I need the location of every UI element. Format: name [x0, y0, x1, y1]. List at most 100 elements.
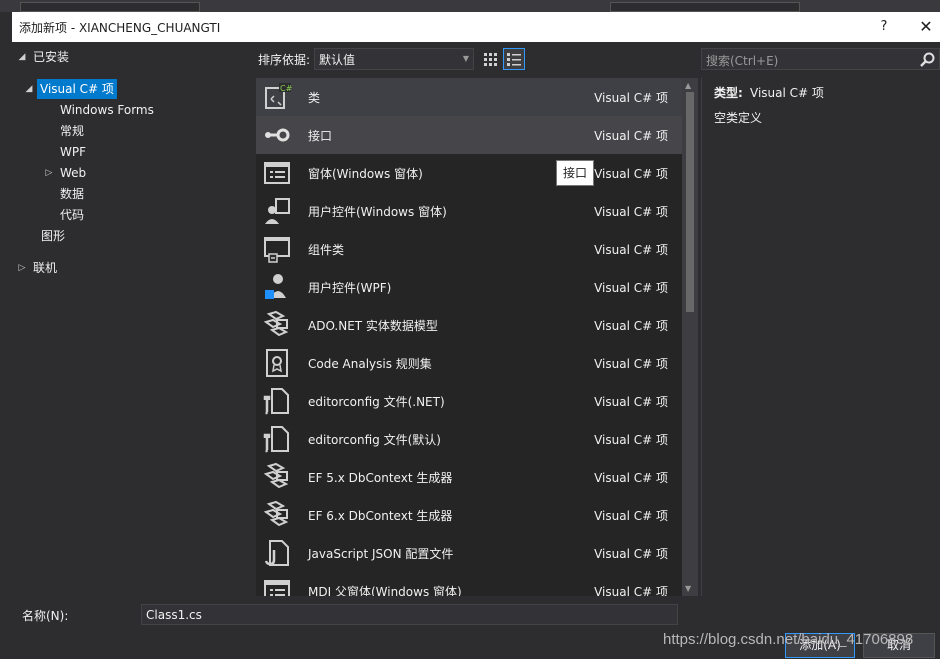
ruleset-icon	[262, 348, 292, 378]
list-item[interactable]: editorconfig 文件(默认) Visual C# 项	[256, 420, 682, 458]
form-icon	[262, 576, 292, 596]
background-tab	[610, 2, 800, 12]
add-new-item-dialog: ◢ 已安装 ◢ Visual C# 项 Windows Forms 常规 WPF…	[12, 42, 940, 659]
sort-by-dropdown[interactable]: 默认值 ▼	[314, 48, 474, 70]
tree-label: 常规	[60, 124, 85, 138]
list-view-icon	[507, 53, 521, 66]
expanded-triangle-icon[interactable]: ◢	[24, 79, 34, 99]
item-name: 用户控件(Windows 窗体)	[308, 205, 447, 219]
item-name: EF 6.x DbContext 生成器	[308, 509, 453, 523]
tree-label: Windows Forms	[60, 103, 154, 117]
tree-label: 联机	[33, 261, 58, 275]
list-item[interactable]: Code Analysis 规则集 Visual C# 项	[256, 344, 682, 382]
item-name: 组件类	[308, 243, 345, 257]
item-category: Visual C# 项	[594, 471, 668, 485]
item-name: 用户控件(WPF)	[308, 281, 392, 295]
item-category: Visual C# 项	[594, 243, 668, 257]
list-item[interactable]: 窗体(Windows 窗体) Visual C# 项	[256, 154, 682, 192]
interface-icon	[262, 120, 292, 150]
editorconfig-icon	[262, 424, 292, 454]
tree-label: 已安装	[33, 50, 70, 64]
json-config-icon	[262, 538, 292, 568]
list-item[interactable]: 用户控件(WPF) Visual C# 项	[256, 268, 682, 306]
tree-node-visual-csharp[interactable]: ◢ Visual C# 项	[12, 79, 242, 99]
item-category: Visual C# 项	[594, 585, 668, 596]
list-item[interactable]: EF 5.x DbContext 生成器 Visual C# 项	[256, 458, 682, 496]
svg-text:C#: C#	[280, 84, 292, 93]
scroll-down-icon[interactable]: ▼	[685, 584, 691, 593]
list-item[interactable]: EF 6.x DbContext 生成器 Visual C# 项	[256, 496, 682, 534]
item-category: Visual C# 项	[594, 433, 668, 447]
list-item[interactable]: 组件类 Visual C# 项	[256, 230, 682, 268]
template-list[interactable]: C# 类 Visual C# 项接口 Visual C# 项窗体(Windows 窗体…	[256, 78, 682, 596]
grid-view-icon	[484, 53, 497, 66]
bottom-bar: 名称(N): 添加(A) 取消 https://blog.csdn.net/ba…	[12, 600, 940, 659]
item-category: Visual C# 项	[594, 91, 668, 105]
entity-model-icon	[262, 500, 292, 530]
search-placeholder: 搜索(Ctrl+E)	[706, 54, 779, 68]
type-key: 类型:	[714, 86, 743, 100]
sort-by-value: 默认值	[319, 53, 356, 67]
item-name: JavaScript JSON 配置文件	[308, 547, 454, 561]
form-icon	[262, 158, 292, 188]
list-item[interactable]: C# 类 Visual C# 项	[256, 78, 682, 116]
tree-label: Web	[60, 166, 87, 180]
background-tab	[20, 2, 200, 12]
collapsed-triangle-icon[interactable]: ▷	[17, 258, 27, 278]
window-title: 添加新项 - XIANCHENG_CHUANGTI	[19, 21, 221, 35]
item-name: ADO.NET 实体数据模型	[308, 319, 438, 333]
item-category: Visual C# 项	[594, 205, 668, 219]
list-item[interactable]: ADO.NET 实体数据模型 Visual C# 项	[256, 306, 682, 344]
expanded-triangle-icon[interactable]: ◢	[17, 47, 27, 67]
list-scrollbar[interactable]: ▲ ▼	[682, 78, 698, 596]
entity-model-icon	[262, 310, 292, 340]
tree-label: 图形	[41, 229, 66, 243]
grid-view-button[interactable]	[479, 48, 501, 70]
item-name: MDI 父窗体(Windows 窗体)	[308, 585, 462, 596]
type-value: Visual C# 项	[750, 86, 824, 100]
collapsed-triangle-icon[interactable]: ▷	[44, 163, 54, 183]
item-category: Visual C# 项	[594, 319, 668, 333]
list-item[interactable]: 用户控件(Windows 窗体) Visual C# 项	[256, 192, 682, 230]
sort-by-label: 排序依据:	[258, 53, 311, 67]
entity-model-icon	[262, 462, 292, 492]
description: 空类定义	[714, 111, 763, 125]
tree-node-online[interactable]: ▷ 联机	[12, 258, 112, 278]
item-category: Visual C# 项	[594, 509, 668, 523]
help-button[interactable]: ?	[874, 17, 894, 37]
item-category: Visual C# 项	[594, 357, 668, 371]
list-item[interactable]: 接口 Visual C# 项	[256, 116, 682, 154]
item-category: Visual C# 项	[594, 129, 668, 143]
tree-node-installed[interactable]: ◢ 已安装	[12, 47, 242, 67]
scroll-up-icon[interactable]: ▲	[685, 81, 691, 90]
item-name: 类	[308, 91, 321, 105]
name-field[interactable]	[141, 604, 678, 625]
list-view-button[interactable]	[503, 48, 525, 70]
list-item[interactable]: JavaScript JSON 配置文件 Visual C# 项	[256, 534, 682, 572]
title-bar: 添加新项 - XIANCHENG_CHUANGTI ? ✕	[12, 12, 940, 42]
tree-label: 数据	[60, 187, 85, 201]
details-panel: 类型: Visual C# 项 空类定义	[701, 78, 940, 596]
background-window-strip	[0, 0, 940, 12]
tree-node-web[interactable]: ▷ Web	[42, 163, 122, 183]
item-name: EF 5.x DbContext 生成器	[308, 471, 453, 485]
name-label: 名称(N):	[22, 609, 69, 623]
list-item[interactable]: editorconfig 文件(.NET) Visual C# 项	[256, 382, 682, 420]
list-item[interactable]: MDI 父窗体(Windows 窗体) Visual C# 项	[256, 572, 682, 596]
editorconfig-icon	[262, 386, 292, 416]
tooltip: 接口	[556, 160, 594, 186]
item-name: editorconfig 文件(.NET)	[308, 395, 445, 409]
item-name: 窗体(Windows 窗体)	[308, 167, 423, 181]
item-category: Visual C# 项	[594, 395, 668, 409]
search-input[interactable]: 搜索(Ctrl+E)	[701, 48, 940, 70]
item-category: Visual C# 项	[594, 281, 668, 295]
scrollbar-thumb[interactable]	[686, 92, 694, 312]
search-icon[interactable]	[919, 51, 937, 69]
tree-label: Visual C# 项	[37, 79, 117, 99]
tree-label: WPF	[60, 145, 87, 159]
item-name: editorconfig 文件(默认)	[308, 433, 441, 447]
item-category: Visual C# 项	[594, 167, 668, 181]
close-button[interactable]: ✕	[915, 16, 937, 38]
item-category: Visual C# 项	[594, 547, 668, 561]
component-icon	[262, 234, 292, 264]
